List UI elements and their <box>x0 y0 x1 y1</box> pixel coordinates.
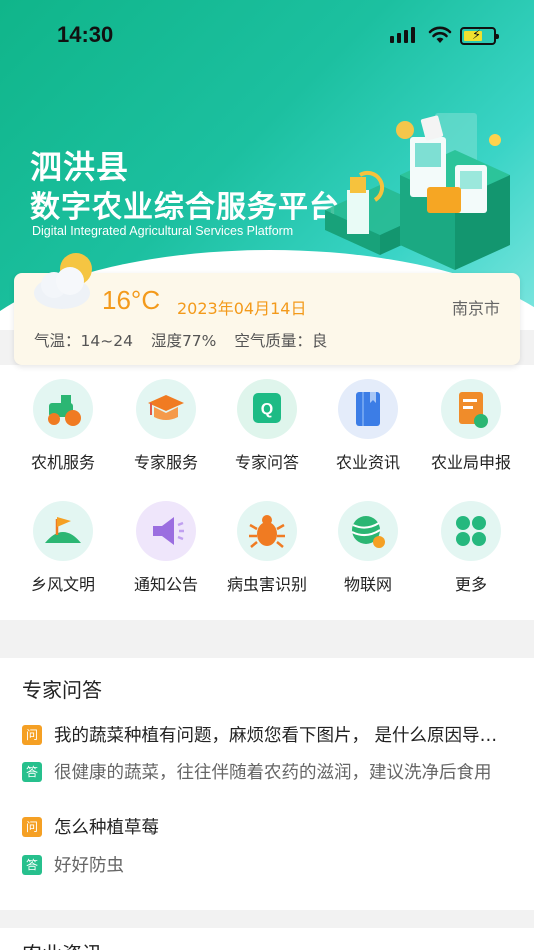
qa-answer-row[interactable]: 答 很健康的蔬菜，往往伴随着农药的滋润，建议洗净后食用 <box>22 759 522 784</box>
service-agri-news[interactable]: 农业资讯 <box>318 379 418 473</box>
qa-question-row[interactable]: 问 怎么种植草莓 <box>22 814 522 839</box>
wifi-icon <box>428 26 452 43</box>
question-tag: 问 <box>22 724 42 745</box>
service-grid: 农机服务 专家服务 Q 专家问答 农业资讯 农业局申报 乡风文明 通知公告 病虫… <box>0 365 534 620</box>
service-notice[interactable]: 通知公告 <box>116 501 216 595</box>
question-text: 我的蔬菜种植有问题，麻烦您看下图片， 是什么原因导致的呢 <box>54 726 512 746</box>
service-label: 农业局申报 <box>430 453 511 472</box>
temperature: 16°C <box>102 285 161 315</box>
service-label: 乡风文明 <box>30 575 95 594</box>
service-label: 农业资讯 <box>335 453 400 472</box>
book-icon <box>338 379 398 439</box>
globe-icon <box>338 501 398 561</box>
platform-title: 数字农业综合服务平台 <box>30 190 340 225</box>
qa-answer-row[interactable]: 答 好好防虫 <box>22 852 522 877</box>
service-expert-qa[interactable]: Q 专家问答 <box>217 379 317 473</box>
weather-city: 南京市 <box>451 299 500 318</box>
humidity: 湿度77% <box>150 332 217 350</box>
weather-card[interactable]: 16°C 2023年04月14日 南京市 气温：14~24 湿度77% 空气质量… <box>14 253 520 365</box>
platform-subtitle: Digital Integrated Agricultural Services… <box>32 224 294 238</box>
service-label: 通知公告 <box>133 575 198 594</box>
agri-news-section: 农业资讯 <box>0 928 534 950</box>
question-tag: 问 <box>22 816 42 837</box>
status-bar: 14:30 ⚡ <box>0 0 534 72</box>
graduation-cap-icon <box>136 379 196 439</box>
service-rural-civility[interactable]: 乡风文明 <box>13 501 113 595</box>
air-quality: 空气质量：良 <box>234 332 328 350</box>
weather-details: 气温：14~24 湿度77% 空气质量：良 <box>34 329 327 351</box>
service-expert[interactable]: 专家服务 <box>116 379 216 473</box>
signal-icon <box>390 27 415 43</box>
svg-text:Q: Q <box>261 401 273 418</box>
tractor-icon <box>33 379 93 439</box>
service-farm-machinery[interactable]: 农机服务 <box>13 379 113 473</box>
service-label: 农机服务 <box>30 453 95 472</box>
more-grid-icon <box>441 501 501 561</box>
qa-question-row[interactable]: 问 我的蔬菜种植有问题，麻烦您看下图片， 是什么原因导致的呢 <box>22 722 522 747</box>
service-label: 物联网 <box>343 575 392 594</box>
answer-text: 好好防虫 <box>54 856 124 876</box>
battery-icon: ⚡ <box>460 27 499 45</box>
answer-tag: 答 <box>22 854 42 875</box>
service-more[interactable]: 更多 <box>421 501 521 595</box>
temperature-range: 气温：14~24 <box>34 332 133 350</box>
service-label: 更多 <box>454 575 487 594</box>
smart-city-illustration <box>325 113 510 270</box>
section-title[interactable]: 农业资讯 <box>22 938 102 950</box>
document-icon <box>441 379 501 439</box>
answer-tag: 答 <box>22 761 42 782</box>
q-chat-icon: Q <box>237 379 297 439</box>
cloudy-sun-icon <box>34 253 92 309</box>
section-title[interactable]: 专家问答 <box>22 674 102 703</box>
megaphone-icon <box>136 501 196 561</box>
status-time: 14:30 <box>57 22 114 47</box>
answer-text: 很健康的蔬菜，往往伴随着农药的滋润，建议洗净后食用 <box>54 763 492 783</box>
service-label: 专家问答 <box>234 453 299 472</box>
bug-icon <box>237 501 297 561</box>
service-pest-identify[interactable]: 病虫害识别 <box>217 501 317 595</box>
service-iot[interactable]: 物联网 <box>318 501 418 595</box>
service-bureau-declare[interactable]: 农业局申报 <box>421 379 521 473</box>
service-label: 病虫害识别 <box>226 575 307 594</box>
question-text: 怎么种植草莓 <box>54 818 159 838</box>
expert-qa-section: 专家问答 问 我的蔬菜种植有问题，麻烦您看下图片， 是什么原因导致的呢 答 很健… <box>0 658 534 910</box>
flag-icon <box>33 501 93 561</box>
service-label: 专家服务 <box>133 453 198 472</box>
weather-date: 2023年04月14日 <box>177 299 307 318</box>
